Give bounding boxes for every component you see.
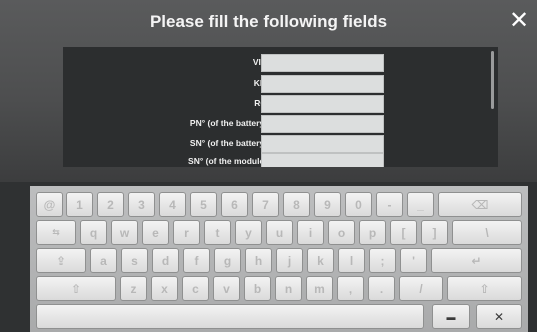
key-6[interactable]: 6: [221, 192, 248, 217]
backspace-icon[interactable]: ⌫: [438, 192, 522, 217]
key-r[interactable]: r: [173, 220, 200, 245]
form-panel: VIN KM RO PN° (of the battery) SN° (of t…: [63, 47, 498, 167]
key-5[interactable]: 5: [190, 192, 217, 217]
form-row-battery-sn: SN° (of the battery): [63, 135, 393, 153]
page-title: Please fill the following fields: [149, 12, 388, 31]
km-field[interactable]: [261, 75, 384, 93]
key-1[interactable]: 1: [66, 192, 93, 217]
key-d[interactable]: d: [152, 248, 179, 273]
field-label: SN° (of the module): [188, 156, 267, 166]
field-label: SN° (of the battery): [189, 138, 267, 148]
key-j[interactable]: j: [276, 248, 303, 273]
form-row-ro: RO: [63, 95, 393, 113]
key-p[interactable]: p: [359, 220, 386, 245]
vin-field[interactable]: [261, 54, 384, 72]
key-i[interactable]: i: [297, 220, 324, 245]
key-slash[interactable]: /: [399, 276, 443, 301]
keyboard-hide-icon[interactable]: ▬: [432, 304, 470, 329]
key-k[interactable]: k: [307, 248, 334, 273]
on-screen-keyboard: @ 1 2 3 4 5 6 7 8 9 0 - _ ⌫ ⇆ q w e r t …: [30, 186, 528, 332]
module-sn-field[interactable]: [261, 153, 384, 167]
key-s[interactable]: s: [121, 248, 148, 273]
key-apostrophe[interactable]: ': [400, 248, 427, 273]
screen: Please fill the following fields ✕ VIN K…: [0, 0, 537, 332]
key-9[interactable]: 9: [314, 192, 341, 217]
key-2[interactable]: 2: [97, 192, 124, 217]
key-m[interactable]: m: [306, 276, 333, 301]
close-keyboard-icon[interactable]: ✕: [476, 304, 522, 329]
key-left-bracket[interactable]: [: [390, 220, 417, 245]
ro-field[interactable]: [261, 95, 384, 113]
caps-lock-icon[interactable]: ⇪: [36, 248, 86, 273]
key-u[interactable]: u: [266, 220, 293, 245]
scrollbar[interactable]: [491, 51, 494, 109]
key-h[interactable]: h: [245, 248, 272, 273]
key-l[interactable]: l: [338, 248, 365, 273]
battery-pn-field[interactable]: [261, 115, 384, 133]
form-row-module-sn: SN° (of the module): [63, 153, 393, 167]
key-semicolon[interactable]: ;: [369, 248, 396, 273]
key-comma[interactable]: ,: [337, 276, 364, 301]
key-z[interactable]: z: [120, 276, 147, 301]
key-at[interactable]: @: [36, 192, 63, 217]
close-icon[interactable]: ✕: [507, 9, 531, 33]
battery-sn-field[interactable]: [261, 135, 384, 153]
key-q[interactable]: q: [80, 220, 107, 245]
key-7[interactable]: 7: [252, 192, 279, 217]
key-underscore[interactable]: _: [407, 192, 434, 217]
space-bar[interactable]: [36, 304, 424, 329]
key-o[interactable]: o: [328, 220, 355, 245]
enter-icon[interactable]: ↵: [431, 248, 522, 273]
key-x[interactable]: x: [151, 276, 178, 301]
key-a[interactable]: a: [90, 248, 117, 273]
key-8[interactable]: 8: [283, 192, 310, 217]
key-right-bracket[interactable]: ]: [421, 220, 448, 245]
key-e[interactable]: e: [142, 220, 169, 245]
key-0[interactable]: 0: [345, 192, 372, 217]
key-b[interactable]: b: [244, 276, 271, 301]
form-row-battery-pn: PN° (of the battery): [63, 115, 393, 133]
key-g[interactable]: g: [214, 248, 241, 273]
key-n[interactable]: n: [275, 276, 302, 301]
shift-left-icon[interactable]: ⇧: [36, 276, 116, 301]
key-4[interactable]: 4: [159, 192, 186, 217]
form-area: Please fill the following fields ✕ VIN K…: [0, 0, 537, 182]
key-minus[interactable]: -: [376, 192, 403, 217]
key-f[interactable]: f: [183, 248, 210, 273]
form-row-km: KM: [63, 75, 393, 93]
key-c[interactable]: c: [182, 276, 209, 301]
field-label: PN° (of the battery): [189, 118, 267, 128]
tab-icon[interactable]: ⇆: [36, 220, 76, 245]
key-3[interactable]: 3: [128, 192, 155, 217]
key-period[interactable]: .: [368, 276, 395, 301]
key-backslash[interactable]: \: [452, 220, 522, 245]
key-t[interactable]: t: [204, 220, 231, 245]
form-row-vin: VIN: [63, 54, 393, 72]
shift-right-icon[interactable]: ⇧: [447, 276, 522, 301]
key-w[interactable]: w: [111, 220, 138, 245]
key-v[interactable]: v: [213, 276, 240, 301]
key-y[interactable]: y: [235, 220, 262, 245]
